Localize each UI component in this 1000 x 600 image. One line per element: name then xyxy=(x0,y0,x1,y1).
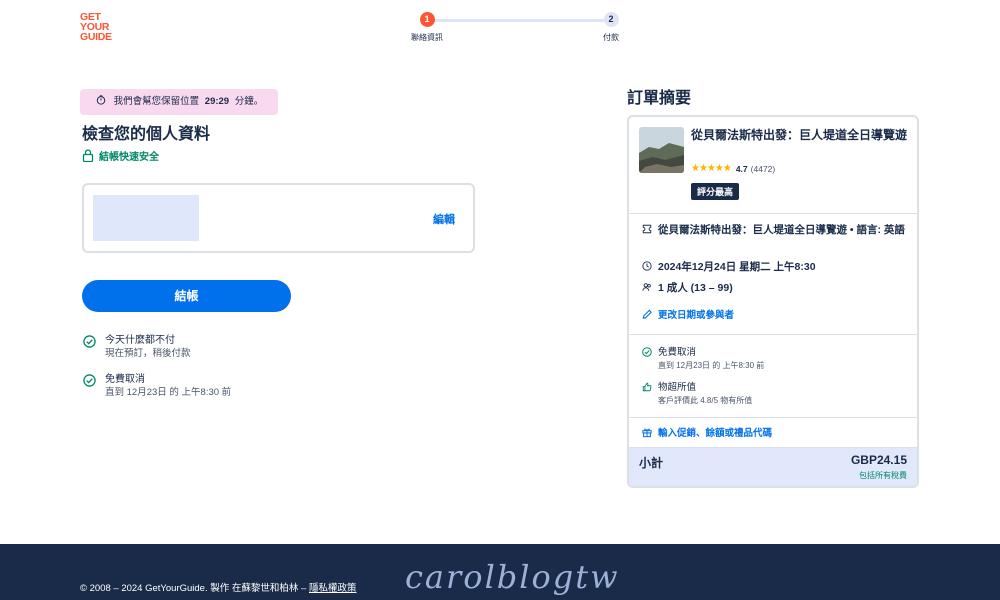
subtotal-section: 小計 GBP24.15 包括所有稅費 xyxy=(629,448,917,486)
redacted-contact-details xyxy=(93,195,199,241)
subtotal-label: 小計 xyxy=(639,456,664,470)
promo-code-label: 輸入促銷、餘額或禮品代碼 xyxy=(658,428,773,439)
option-row: 從貝爾法斯特出發：巨人堤道全日導覽遊 • 語言: 英語 xyxy=(641,222,909,238)
step-payment: 2 付款 xyxy=(584,12,638,43)
thumbs-up-icon xyxy=(642,382,652,392)
step-number: 1 xyxy=(419,12,435,27)
product-rating: ★★★★★ 4.7 (4472) xyxy=(691,163,775,174)
product-header: 從貝爾法斯特出發：巨人堤道全日導覽遊 ★★★★★ 4.7 (4472) 評分最高 xyxy=(639,127,911,215)
perk-free-cancellation: 免費取消 直到 12月23日 的 上午8:30 前 xyxy=(641,346,764,372)
page-footer: carolblogtw © 2008 – 2024 GetYourGuide. … xyxy=(0,544,1000,600)
privacy-policy-link[interactable]: 隱私權政策 xyxy=(309,583,357,594)
getyourguide-logo[interactable]: GET YOUR GUIDE xyxy=(80,12,124,43)
participants-text: 1 成人 (13 – 99) xyxy=(658,282,733,294)
perk-title: 物超所值 xyxy=(658,382,697,393)
ticket-icon xyxy=(642,224,652,234)
benefit-subtitle: 現在預訂，稍後付款 xyxy=(105,348,191,359)
benefit-title: 今天什麼都不付 xyxy=(105,335,175,346)
page-title: 檢查您的個人資料 xyxy=(82,126,211,143)
check-circle-icon xyxy=(83,374,96,387)
perk-subtitle: 直到 12月23日 的 上午8:30 前 xyxy=(658,361,765,370)
perk-subtitle: 客戶評價此 4.8/5 物有所值 xyxy=(658,396,753,405)
rating-stars-icon: ★★★★★ xyxy=(691,163,732,174)
divider xyxy=(629,213,917,214)
perk-title: 免費取消 xyxy=(658,347,697,358)
change-date-link[interactable]: 更改日期或參與者 xyxy=(641,307,734,321)
contact-info-card: 編輯 xyxy=(82,183,475,253)
secure-checkout-text: 結帳快速安全 xyxy=(99,152,159,163)
check-circle-icon xyxy=(83,335,96,348)
checkout-button[interactable]: 結帳 xyxy=(82,280,291,312)
lock-icon xyxy=(82,149,94,162)
check-circle-icon xyxy=(642,347,652,357)
edit-button[interactable]: 編輯 xyxy=(433,211,455,227)
clock-icon xyxy=(642,261,652,271)
divider xyxy=(629,334,917,335)
date-row: 2024年12月24日 星期二 上午8:30 xyxy=(641,259,816,275)
product-title: 從貝爾法斯特出發：巨人堤道全日導覽遊 xyxy=(691,128,908,142)
step-label: 聯絡資訊 xyxy=(411,33,443,42)
order-summary-heading: 訂單摘要 xyxy=(627,90,692,107)
step-number: 2 xyxy=(603,12,619,27)
perk-great-value: 物超所值 客戶評價此 4.8/5 物有所值 xyxy=(641,381,752,407)
timer-suffix: 分鐘。 xyxy=(234,96,264,107)
order-summary-card: 從貝爾法斯特出發：巨人堤道全日導覽遊 ★★★★★ 4.7 (4472) 評分最高… xyxy=(627,115,919,488)
secure-checkout-note: 結帳快速安全 xyxy=(82,148,159,163)
people-icon xyxy=(642,283,651,291)
timer-icon xyxy=(96,95,106,105)
rating-count: (4472) xyxy=(750,163,776,174)
tax-note: 包括所有稅費 xyxy=(859,471,907,480)
benefit-subtitle: 直到 12月23日 的 上午8:30 前 xyxy=(105,387,232,398)
benefit-title: 免費取消 xyxy=(105,374,145,385)
benefit-free-cancellation: 免費取消 直到 12月23日 的 上午8:30 前 xyxy=(83,373,231,399)
copyright-text: © 2008 – 2024 GetYourGuide. 製作 在蘇黎世和柏林 – xyxy=(80,583,307,594)
logo-line-3: GUIDE xyxy=(80,31,112,43)
timer-prefix: 我們會幫您保留位置 xyxy=(113,96,200,107)
rating-value: 4.7 xyxy=(735,163,748,174)
product-thumbnail xyxy=(639,127,684,173)
benefit-pay-later: 今天什麼都不付 現在預訂，稍後付款 xyxy=(83,334,191,360)
step-label: 付款 xyxy=(603,33,619,42)
gift-icon xyxy=(642,428,652,437)
watermark-text: carolblogtw xyxy=(405,558,620,596)
promo-code-link[interactable]: 輸入促銷、餘額或禮品代碼 xyxy=(641,425,772,439)
timer-countdown: 29:29 xyxy=(204,96,230,107)
pencil-icon xyxy=(642,309,652,319)
subtotal-price: GBP24.15 xyxy=(850,453,907,467)
footer-copyright-line: © 2008 – 2024 GetYourGuide. 製作 在蘇黎世和柏林 –… xyxy=(80,580,356,594)
change-date-label: 更改日期或參與者 xyxy=(658,310,735,321)
participants-row: 1 成人 (13 – 99) xyxy=(641,280,733,296)
divider xyxy=(629,417,917,418)
option-text: 從貝爾法斯特出發：巨人堤道全日導覽遊 • 語言: 英語 xyxy=(658,224,905,236)
step-contact-info: 1 聯絡資訊 xyxy=(400,12,454,43)
date-text: 2024年12月24日 星期二 上午8:30 xyxy=(658,261,816,273)
reservation-timer-banner: 我們會幫您保留位置 29:29 分鐘。 xyxy=(80,89,278,115)
top-rated-badge: 評分最高 xyxy=(691,183,740,200)
checkout-stepper: 1 聯絡資訊 2 付款 xyxy=(400,12,635,44)
